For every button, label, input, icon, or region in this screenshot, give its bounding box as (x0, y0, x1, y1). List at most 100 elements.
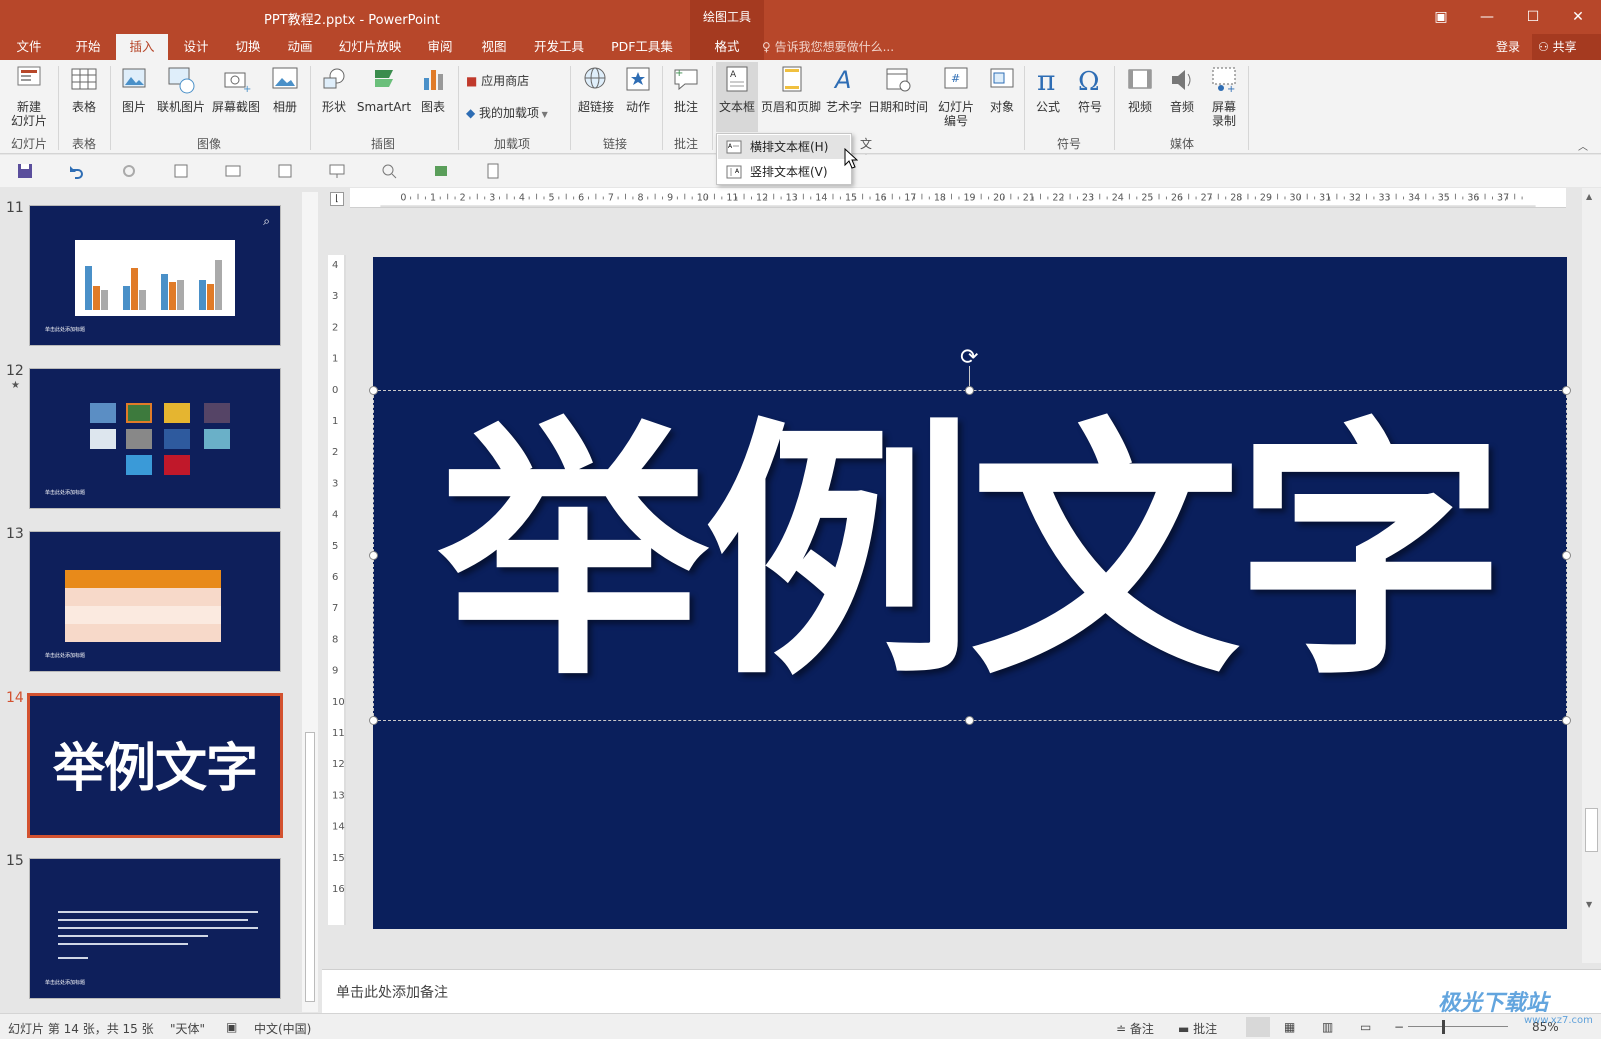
tab-review[interactable]: 审阅 (414, 34, 466, 60)
object-button[interactable]: 对象 (982, 64, 1022, 114)
layout-qat-icon[interactable] (224, 162, 242, 180)
new-slide-button[interactable]: 新建 幻灯片 (4, 64, 54, 128)
screen-recording-button[interactable]: + 屏幕 录制 (1204, 64, 1244, 128)
resize-handle[interactable] (965, 386, 974, 395)
slide-thumbnail-14[interactable]: 举例文字 (27, 693, 283, 838)
watermark-logo: 极光下载站 (1438, 991, 1549, 1016)
tell-me-box[interactable]: ♀ 告诉我您想要做什么... (762, 34, 894, 60)
resize-handle[interactable] (369, 386, 378, 395)
hyperlink-button[interactable]: 超链接 (574, 64, 618, 114)
tab-transitions[interactable]: 切换 (222, 34, 274, 60)
undo-icon[interactable] (66, 162, 84, 180)
tab-view[interactable]: 视图 (468, 34, 520, 60)
slide-thumbnail-11[interactable]: ⌕ 单击此处添加标题 (29, 205, 281, 346)
close-button[interactable]: ✕ (1555, 0, 1601, 34)
minimize-button[interactable]: — (1464, 0, 1510, 34)
table-button[interactable]: 表格 (62, 64, 106, 114)
resize-handle[interactable] (369, 716, 378, 725)
normal-view-icon[interactable] (1246, 1017, 1270, 1037)
editor-scrollbar[interactable]: ▲ ▼ (1582, 188, 1601, 963)
header-footer-button[interactable]: 页眉和页脚 (760, 64, 822, 114)
svg-text:#: # (951, 72, 960, 85)
text-selection-box[interactable] (373, 390, 1567, 721)
save-icon[interactable] (16, 162, 34, 180)
tab-home[interactable]: 开始 (62, 34, 114, 60)
resize-handle[interactable] (1562, 716, 1571, 725)
slideshow-view-icon[interactable]: ▭ (1360, 1020, 1371, 1034)
album-button[interactable]: 相册 (266, 64, 304, 114)
editor-scroll-thumb[interactable] (1585, 808, 1598, 852)
publish-qat-icon[interactable] (432, 162, 450, 180)
zoom-out-icon[interactable]: − (1394, 1020, 1404, 1034)
language-status[interactable]: 中文(中国) (254, 1020, 311, 1037)
slide-thumbnail-12[interactable]: 单击此处添加标题 (29, 368, 281, 509)
zoom-slider-thumb[interactable] (1442, 1020, 1445, 1034)
datetime-button[interactable]: 日期和时间 (866, 64, 930, 114)
vertical-textbox-item[interactable]: A 竖排文本框(V) (718, 160, 850, 184)
globe-link-icon (584, 67, 606, 89)
textbox-button[interactable]: A 文本框 (716, 62, 758, 132)
notes-toggle[interactable]: ≐ 备注 (1116, 1020, 1154, 1037)
slide-thumbnail-15[interactable]: 单击此处添加标题 (29, 858, 281, 999)
scroll-up-icon[interactable]: ▲ (1586, 192, 1592, 201)
equation-button[interactable]: π 公式 (1028, 64, 1068, 114)
slide-sorter-icon[interactable]: ▦ (1284, 1020, 1295, 1034)
slide-thumbnail-13[interactable]: 单击此处添加标题 (29, 531, 281, 672)
comment-button[interactable]: + 批注 (666, 64, 706, 114)
scroll-down-icon[interactable]: ▼ (1586, 900, 1592, 909)
textbox-qat-icon[interactable] (276, 162, 294, 180)
textbox-icon: A (726, 66, 748, 92)
tab-insert[interactable]: 插入 (116, 34, 168, 60)
new-slide-qat-icon[interactable] (172, 162, 190, 180)
tab-developer[interactable]: 开发工具 (526, 34, 592, 60)
svg-text:+: + (243, 84, 251, 95)
notes-pane[interactable]: 单击此处添加备注 (322, 969, 1601, 1013)
tab-slideshow[interactable]: 幻灯片放映 (330, 34, 410, 60)
action-button[interactable]: 动作 (620, 64, 656, 114)
my-addins-button[interactable]: ◆ 我的加载项 ▼ (466, 104, 548, 121)
video-button[interactable]: 视频 (1120, 64, 1160, 114)
login-link[interactable]: 登录 (1496, 34, 1520, 60)
reading-view-icon[interactable]: ▥ (1322, 1020, 1333, 1034)
resize-handle[interactable] (1562, 386, 1571, 395)
picture-button[interactable]: 图片 (114, 64, 154, 114)
ruler-label: 11 (332, 728, 345, 739)
tab-file[interactable]: 文件 (6, 34, 52, 60)
present-qat-icon[interactable] (328, 162, 346, 180)
panel-scrollbar[interactable] (302, 192, 318, 1012)
tab-design[interactable]: 设计 (170, 34, 222, 60)
wordart-button[interactable]: A 艺术字 (824, 64, 864, 114)
resize-handle[interactable] (965, 716, 974, 725)
horizontal-textbox-icon: A (726, 140, 742, 154)
store-button[interactable]: ■ 应用商店 (466, 72, 529, 89)
slide-number-button[interactable]: # 幻灯片 编号 (932, 64, 980, 128)
chart-button[interactable]: 图表 (414, 64, 452, 114)
spellcheck-icon[interactable]: ▣ (226, 1020, 237, 1034)
preview-qat-icon[interactable] (380, 162, 398, 180)
online-picture-button[interactable]: 联机图片 (156, 64, 206, 114)
tab-stop-selector[interactable]: ⌊ (330, 192, 344, 206)
resize-handle[interactable] (1562, 551, 1571, 560)
tab-animations[interactable]: 动画 (274, 34, 326, 60)
horizontal-textbox-item[interactable]: A 横排文本框(H) (718, 135, 850, 159)
zoom-slider[interactable] (1408, 1026, 1508, 1027)
symbol-button[interactable]: Ω 符号 (1070, 64, 1110, 114)
group-label-symbols: 符号 (1056, 137, 1081, 151)
panel-scroll-thumb[interactable] (305, 732, 315, 1002)
shapes-button[interactable]: 形状 (314, 64, 354, 114)
collapse-ribbon-icon[interactable]: ︿ (1578, 138, 1588, 153)
tab-format[interactable]: 格式 (690, 34, 764, 60)
svg-text:Ω: Ω (1078, 67, 1100, 96)
screenshot-button[interactable]: + 屏幕截图 (208, 64, 264, 114)
maximize-button[interactable]: ☐ (1510, 0, 1556, 34)
comments-toggle[interactable]: ▬ 批注 (1178, 1020, 1217, 1037)
tab-pdf-tools[interactable]: PDF工具集 (602, 34, 682, 60)
export-qat-icon[interactable] (484, 162, 502, 180)
ruler-label: 2 (332, 322, 338, 333)
redo-icon[interactable] (120, 162, 138, 180)
resize-handle[interactable] (369, 551, 378, 560)
ribbon-display-options-icon[interactable]: ▣ (1418, 0, 1464, 34)
audio-button[interactable]: 音频 (1162, 64, 1202, 114)
smartart-button[interactable]: SmartArt (356, 64, 412, 114)
share-button[interactable]: ⚇ 共享 (1532, 34, 1601, 60)
